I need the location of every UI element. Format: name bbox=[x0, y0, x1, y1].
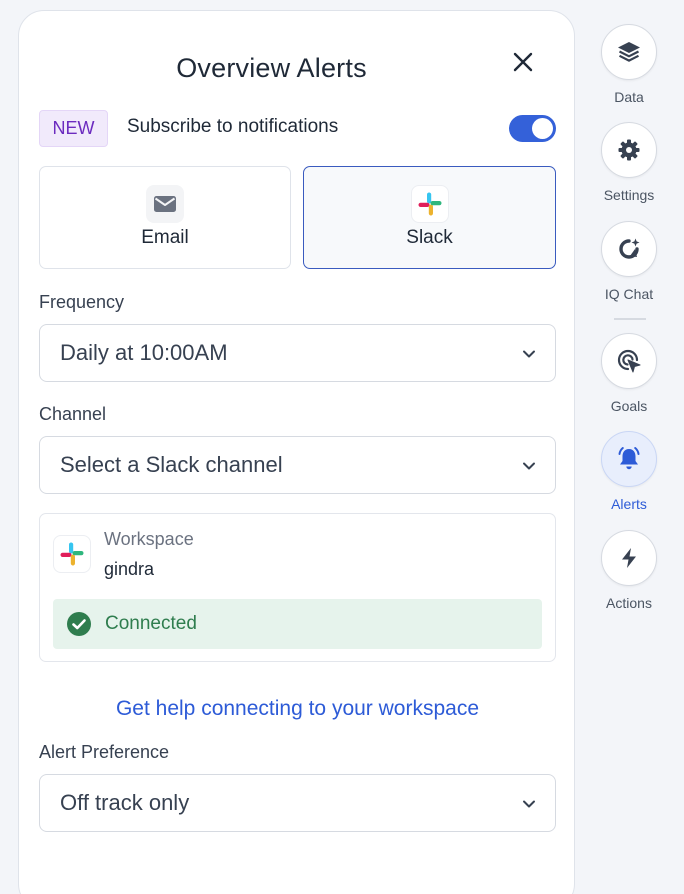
alert-preference-select[interactable]: Off track only bbox=[39, 774, 556, 832]
slack-method-card[interactable]: Slack bbox=[303, 166, 556, 269]
close-icon bbox=[513, 52, 533, 72]
rail-label-settings: Settings bbox=[603, 187, 655, 203]
channel-select[interactable]: Select a Slack channel bbox=[39, 436, 556, 494]
iq-chat-button[interactable] bbox=[601, 221, 657, 277]
rail-label-actions: Actions bbox=[606, 595, 652, 611]
target-cursor-icon bbox=[617, 349, 641, 373]
panel-title: Overview Alerts bbox=[176, 53, 367, 83]
rail-label-data: Data bbox=[614, 89, 644, 105]
slack-icon bbox=[53, 535, 91, 573]
rail-divider bbox=[614, 318, 646, 320]
check-circle-icon bbox=[67, 612, 91, 636]
chevron-down-icon bbox=[523, 800, 535, 808]
alerts-button[interactable] bbox=[601, 431, 657, 487]
workspace-name: gindra bbox=[104, 559, 155, 579]
alerts-panel: Overview Alerts NEW Subscribe to notific… bbox=[18, 10, 575, 894]
actions-button[interactable] bbox=[601, 530, 657, 586]
frequency-value: Daily at 10:00AM bbox=[60, 340, 228, 365]
frequency-label: Frequency bbox=[39, 292, 125, 312]
rail-item-settings[interactable]: Settings bbox=[601, 122, 657, 203]
channel-placeholder: Select a Slack channel bbox=[60, 452, 283, 477]
chevron-down-icon bbox=[523, 350, 535, 358]
slack-icon bbox=[410, 185, 449, 223]
rail-item-alerts[interactable]: Alerts bbox=[601, 431, 657, 512]
alert-preference-value: Off track only bbox=[60, 790, 190, 815]
mail-icon bbox=[146, 185, 184, 223]
rail-item-iq-chat[interactable]: IQ Chat bbox=[601, 221, 657, 302]
gear-icon bbox=[618, 139, 640, 161]
new-badge: NEW bbox=[39, 110, 108, 147]
subscribe-toggle[interactable] bbox=[509, 115, 556, 142]
chevron-down-icon bbox=[523, 462, 535, 470]
toggle-knob bbox=[532, 118, 553, 139]
rail-label-goals: Goals bbox=[610, 398, 648, 414]
rail-label-alerts: Alerts bbox=[611, 496, 647, 512]
layers-icon bbox=[618, 42, 640, 62]
chat-icon bbox=[619, 238, 640, 259]
rail-item-actions[interactable]: Actions bbox=[601, 530, 657, 611]
workspace-caption: Workspace bbox=[104, 529, 194, 549]
connected-text: Connected bbox=[105, 613, 197, 634]
bell-icon bbox=[618, 447, 640, 470]
slack-label: Slack bbox=[406, 227, 453, 248]
rail-label-iq-chat: IQ Chat bbox=[604, 286, 654, 302]
channel-label: Channel bbox=[39, 404, 107, 424]
alert-preference-label: Alert Preference bbox=[39, 742, 170, 762]
data-button[interactable] bbox=[601, 24, 657, 80]
rail-item-goals[interactable]: Goals bbox=[601, 333, 657, 414]
workspace-card: Workspace gindra Connected bbox=[39, 513, 556, 662]
frequency-select[interactable]: Daily at 10:00AM bbox=[39, 324, 556, 382]
settings-button[interactable] bbox=[601, 122, 657, 178]
rail-item-data[interactable]: Data bbox=[601, 24, 657, 105]
goals-button[interactable] bbox=[601, 333, 657, 389]
lightning-icon bbox=[622, 548, 636, 568]
help-connecting-link[interactable]: Get help connecting to your workspace bbox=[19, 697, 576, 721]
email-label: Email bbox=[141, 227, 189, 248]
subscribe-label: Subscribe to notifications bbox=[127, 116, 339, 137]
close-button[interactable] bbox=[507, 46, 539, 78]
connected-status: Connected bbox=[53, 599, 542, 649]
email-method-card[interactable]: Email bbox=[39, 166, 291, 269]
